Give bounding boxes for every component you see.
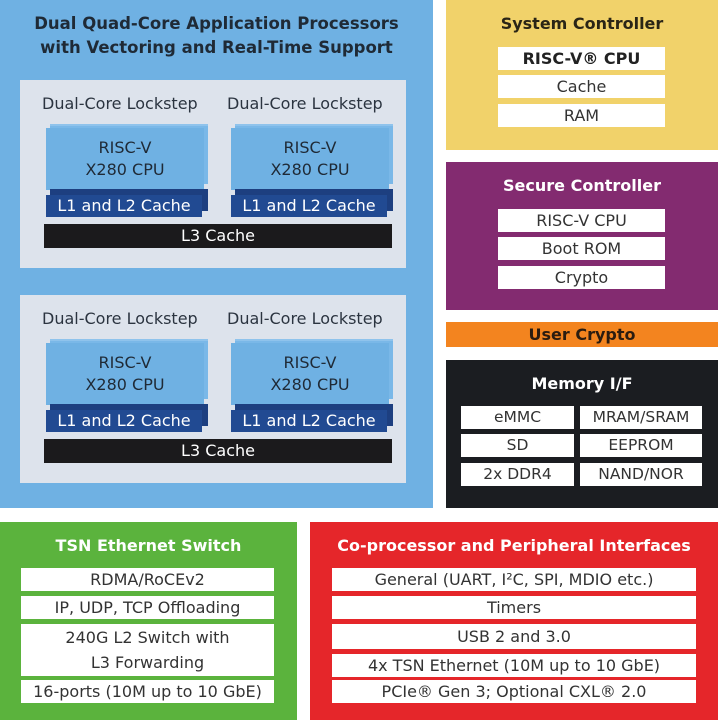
cpu-name: RISC-V (283, 353, 337, 372)
coprocessor-timers: Timers (332, 596, 696, 619)
l3-cache: L3 Cache (44, 439, 392, 463)
memory-interface-title: Memory I/F (531, 374, 633, 393)
secure-controller-block: Secure Controller RISC-V CPU Boot ROM Cr… (446, 162, 718, 310)
cpu-name: RISC-V (98, 353, 152, 372)
l1-l2-cache: L1 and L2 Cache (46, 195, 202, 217)
quad-core-cluster-1: Dual-Core Lockstep Dual-Core Lockstep RI… (20, 80, 406, 268)
memory-nand-nor: NAND/NOR (580, 463, 702, 486)
cpu-model: X280 CPU (85, 160, 165, 179)
tsn-switch-title: TSN Ethernet Switch (55, 536, 242, 555)
cpu-name: RISC-V (98, 138, 152, 157)
system-controller-block: System Controller RISC-V® CPU Cache RAM (446, 0, 718, 150)
tsn-rdma: RDMA/RoCEv2 (21, 568, 274, 591)
coprocessor-peripheral-block: Co-processor and Peripheral Interfaces G… (310, 522, 718, 720)
cpu-core: RISC-V X280 CPU (46, 343, 204, 405)
coprocessor-general: General (UART, I²C, SPI, MDIO etc.) (332, 568, 696, 591)
memory-eeprom: EEPROM (580, 434, 702, 457)
lockstep-label: Dual-Core Lockstep (227, 309, 383, 328)
app-title-line2: with Vectoring and Real-Time Support (40, 38, 393, 57)
system-controller-cache: Cache (498, 75, 665, 98)
secure-controller-title: Secure Controller (503, 176, 661, 195)
tsn-offloading: IP, UDP, TCP Offloading (21, 596, 274, 619)
tsn-ports: 16-ports (10M up to 10 GbE) (21, 680, 274, 703)
cpu-model: X280 CPU (270, 160, 350, 179)
memory-sd: SD (461, 434, 574, 457)
secure-controller-crypto: Crypto (498, 266, 665, 289)
system-controller-cpu: RISC-V® CPU (498, 47, 665, 70)
application-processors-title: Dual Quad-Core Application Processors wi… (0, 12, 433, 60)
coprocessor-title: Co-processor and Peripheral Interfaces (337, 536, 691, 555)
tsn-l2-switch-line2: L3 Forwarding (90, 653, 205, 672)
lockstep-label: Dual-Core Lockstep (227, 94, 383, 113)
tsn-l2-switch: 240G L2 Switch with L3 Forwarding (21, 624, 274, 676)
tsn-l2-switch-line1: 240G L2 Switch with (65, 628, 230, 647)
lockstep-label: Dual-Core Lockstep (42, 309, 198, 328)
user-crypto-block: User Crypto (446, 322, 718, 347)
cpu-model: X280 CPU (270, 375, 350, 394)
l1-l2-cache: L1 and L2 Cache (231, 410, 387, 432)
memory-emmc: eMMC (461, 406, 574, 429)
memory-interface-block: Memory I/F eMMC MRAM/SRAM SD EEPROM 2x D… (446, 360, 718, 508)
coprocessor-usb: USB 2 and 3.0 (332, 624, 696, 649)
cpu-core: RISC-V X280 CPU (46, 128, 204, 190)
application-processors-block: Dual Quad-Core Application Processors wi… (0, 0, 433, 508)
quad-core-cluster-2: Dual-Core Lockstep Dual-Core Lockstep RI… (20, 295, 406, 483)
secure-controller-boot-rom: Boot ROM (498, 237, 665, 260)
lockstep-label: Dual-Core Lockstep (42, 94, 198, 113)
coprocessor-tsn-ethernet: 4x TSN Ethernet (10M up to 10 GbE) (332, 654, 696, 677)
memory-mram-sram: MRAM/SRAM (580, 406, 702, 429)
l1-l2-cache: L1 and L2 Cache (231, 195, 387, 217)
coprocessor-pcie: PCIe® Gen 3; Optional CXL® 2.0 (332, 680, 696, 703)
system-controller-ram: RAM (498, 104, 665, 127)
tsn-ethernet-switch-block: TSN Ethernet Switch RDMA/RoCEv2 IP, UDP,… (0, 522, 297, 720)
cpu-core: RISC-V X280 CPU (231, 128, 389, 190)
system-controller-title: System Controller (500, 14, 664, 33)
cpu-name: RISC-V (283, 138, 337, 157)
l3-cache: L3 Cache (44, 224, 392, 248)
cpu-model: X280 CPU (85, 375, 165, 394)
app-title-line1: Dual Quad-Core Application Processors (34, 14, 399, 33)
cpu-core: RISC-V X280 CPU (231, 343, 389, 405)
memory-ddr4: 2x DDR4 (461, 463, 574, 486)
l1-l2-cache: L1 and L2 Cache (46, 410, 202, 432)
secure-controller-cpu: RISC-V CPU (498, 209, 665, 232)
